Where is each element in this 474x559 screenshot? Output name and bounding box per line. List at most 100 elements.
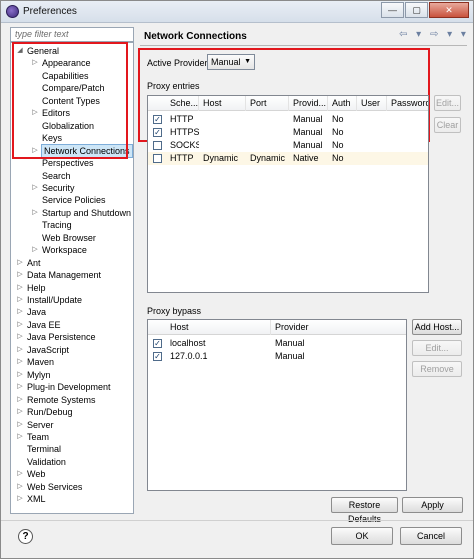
tree-item[interactable]: ▷ Security: [11, 182, 133, 195]
collapsed-arrow-icon[interactable]: ▷: [31, 107, 39, 120]
row-checkbox[interactable]: ✓: [153, 128, 162, 137]
tree-item[interactable]: Perspectives: [11, 157, 133, 170]
row-checkbox[interactable]: ✓: [153, 339, 162, 348]
tree-item[interactable]: Validation: [11, 456, 133, 469]
tree-item[interactable]: ▷ Java EE: [11, 319, 133, 332]
collapsed-arrow-icon[interactable]: ▷: [16, 331, 24, 344]
tree-item[interactable]: ▷ Ant: [11, 257, 133, 270]
tree-item[interactable]: ▷ Web Services: [11, 481, 133, 494]
edit-bypass-button[interactable]: Edit...: [412, 340, 462, 356]
tree-item[interactable]: ◢ General: [11, 45, 133, 58]
collapsed-arrow-icon[interactable]: ▷: [16, 344, 24, 357]
tree-item[interactable]: Search: [11, 170, 133, 183]
edit-entry-button[interactable]: Edit...: [434, 95, 461, 111]
tree-item[interactable]: ▷ Web: [11, 468, 133, 481]
tree-item[interactable]: ▷ Editors: [11, 107, 133, 120]
collapsed-arrow-icon[interactable]: ▷: [16, 306, 24, 319]
tree-item[interactable]: ▷ Server: [11, 419, 133, 432]
table-row[interactable]: ✓ HTTPS Manual No: [148, 126, 428, 139]
expanded-arrow-icon[interactable]: ◢: [16, 45, 24, 58]
tree-item[interactable]: ▷ Mylyn: [11, 369, 133, 382]
row-checkbox[interactable]: ✓: [153, 352, 162, 361]
tree-item[interactable]: ▷ Data Management: [11, 269, 133, 282]
collapsed-arrow-icon[interactable]: ▷: [16, 269, 24, 282]
collapsed-arrow-icon[interactable]: ▷: [16, 394, 24, 407]
tree-item[interactable]: ▷ Network Connections: [11, 143, 133, 159]
collapsed-arrow-icon[interactable]: ▷: [31, 57, 39, 70]
collapsed-arrow-icon[interactable]: ▷: [31, 244, 39, 257]
tree-item[interactable]: Compare/Patch: [11, 82, 133, 95]
collapsed-arrow-icon[interactable]: ▷: [16, 319, 24, 332]
column-header[interactable]: User: [357, 96, 387, 111]
apply-button[interactable]: Apply: [402, 497, 463, 513]
navigation-arrows[interactable]: ⇦ ▾ ⇨ ▾ ▾: [399, 29, 469, 40]
column-header[interactable]: Sche...: [166, 96, 199, 111]
table-row[interactable]: SOCKS Manual No: [148, 139, 428, 152]
collapsed-arrow-icon[interactable]: ▷: [31, 207, 39, 220]
tree-item[interactable]: Web Browser: [11, 232, 133, 245]
tree-item[interactable]: ▷ Java Persistence: [11, 331, 133, 344]
column-header[interactable]: Port: [246, 96, 289, 111]
ok-button[interactable]: OK: [331, 527, 393, 545]
row-checkbox[interactable]: ✓: [153, 115, 162, 124]
column-header[interactable]: Host: [166, 320, 271, 335]
collapsed-arrow-icon[interactable]: ▷: [16, 481, 24, 494]
tree-item[interactable]: ▷ Run/Debug: [11, 406, 133, 419]
tree-item[interactable]: ▷ Java: [11, 306, 133, 319]
column-header[interactable]: Provider: [271, 320, 406, 335]
collapsed-arrow-icon[interactable]: ▷: [16, 406, 24, 419]
remove-bypass-button[interactable]: Remove: [412, 361, 462, 377]
cancel-button[interactable]: Cancel: [400, 527, 462, 545]
table-row[interactable]: ✓ 127.0.0.1 Manual: [148, 350, 406, 363]
clear-entry-button[interactable]: Clear: [434, 117, 461, 133]
tree-item[interactable]: ▷ Workspace: [11, 244, 133, 257]
collapsed-arrow-icon[interactable]: ▷: [16, 369, 24, 382]
help-icon[interactable]: ?: [18, 529, 33, 544]
tree-item[interactable]: ▷ Install/Update: [11, 294, 133, 307]
collapsed-arrow-icon[interactable]: ▷: [16, 419, 24, 432]
tree-item[interactable]: Terminal: [11, 443, 133, 456]
collapsed-arrow-icon[interactable]: ▷: [31, 182, 39, 195]
collapsed-arrow-icon[interactable]: ▷: [16, 431, 24, 444]
tree-item[interactable]: Capabilities: [11, 70, 133, 83]
collapsed-arrow-icon[interactable]: ▷: [16, 468, 24, 481]
table-row[interactable]: ✓ HTTP Manual No: [148, 113, 428, 126]
tree-item[interactable]: ▷ Help: [11, 282, 133, 295]
collapsed-arrow-icon[interactable]: ▷: [16, 356, 24, 369]
tree-item[interactable]: Tracing: [11, 219, 133, 232]
collapsed-arrow-icon[interactable]: ▷: [31, 145, 39, 158]
add-host-button[interactable]: Add Host...: [412, 319, 462, 335]
tree-item-label: Terminal: [27, 444, 62, 455]
collapsed-arrow-icon[interactable]: ▷: [16, 381, 24, 394]
close-button[interactable]: ✕: [429, 2, 469, 18]
tree-item[interactable]: ▷ JavaScript: [11, 344, 133, 357]
maximize-button[interactable]: ▢: [405, 2, 428, 18]
row-checkbox[interactable]: [153, 141, 162, 150]
tree-item[interactable]: ▷ Remote Systems: [11, 394, 133, 407]
collapsed-arrow-icon[interactable]: ▷: [16, 493, 24, 506]
row-checkbox[interactable]: [153, 154, 162, 163]
table-row[interactable]: HTTP Dynamic Dynamic Native No: [148, 152, 428, 165]
column-header[interactable]: Host: [199, 96, 246, 111]
collapsed-arrow-icon[interactable]: ▷: [16, 257, 24, 270]
tree-item[interactable]: Globalization: [11, 120, 133, 133]
filter-input[interactable]: type filter text: [10, 27, 134, 42]
restore-defaults-button[interactable]: Restore Defaults: [331, 497, 398, 524]
tree-item[interactable]: ▷ Team: [11, 431, 133, 444]
tree-item[interactable]: ▷ Startup and Shutdown: [11, 207, 133, 220]
tree-item[interactable]: ▷ XML: [11, 493, 133, 506]
tree-item[interactable]: Service Policies: [11, 194, 133, 207]
collapsed-arrow-icon[interactable]: ▷: [16, 294, 24, 307]
column-header[interactable]: Password: [387, 96, 428, 111]
tree-item[interactable]: ▷ Appearance: [11, 57, 133, 70]
collapsed-arrow-icon[interactable]: ▷: [16, 282, 24, 295]
column-header[interactable]: Provid...: [289, 96, 328, 111]
tree-item[interactable]: Content Types: [11, 95, 133, 108]
tree-item[interactable]: ▷ Plug-in Development: [11, 381, 133, 394]
tree-item[interactable]: Keys: [11, 132, 133, 145]
tree-item[interactable]: ▷ Maven: [11, 356, 133, 369]
table-row[interactable]: ✓ localhost Manual: [148, 337, 406, 350]
active-provider-select[interactable]: Manual ▼: [207, 54, 255, 70]
column-header[interactable]: Auth: [328, 96, 357, 111]
minimize-button[interactable]: —: [381, 2, 404, 18]
